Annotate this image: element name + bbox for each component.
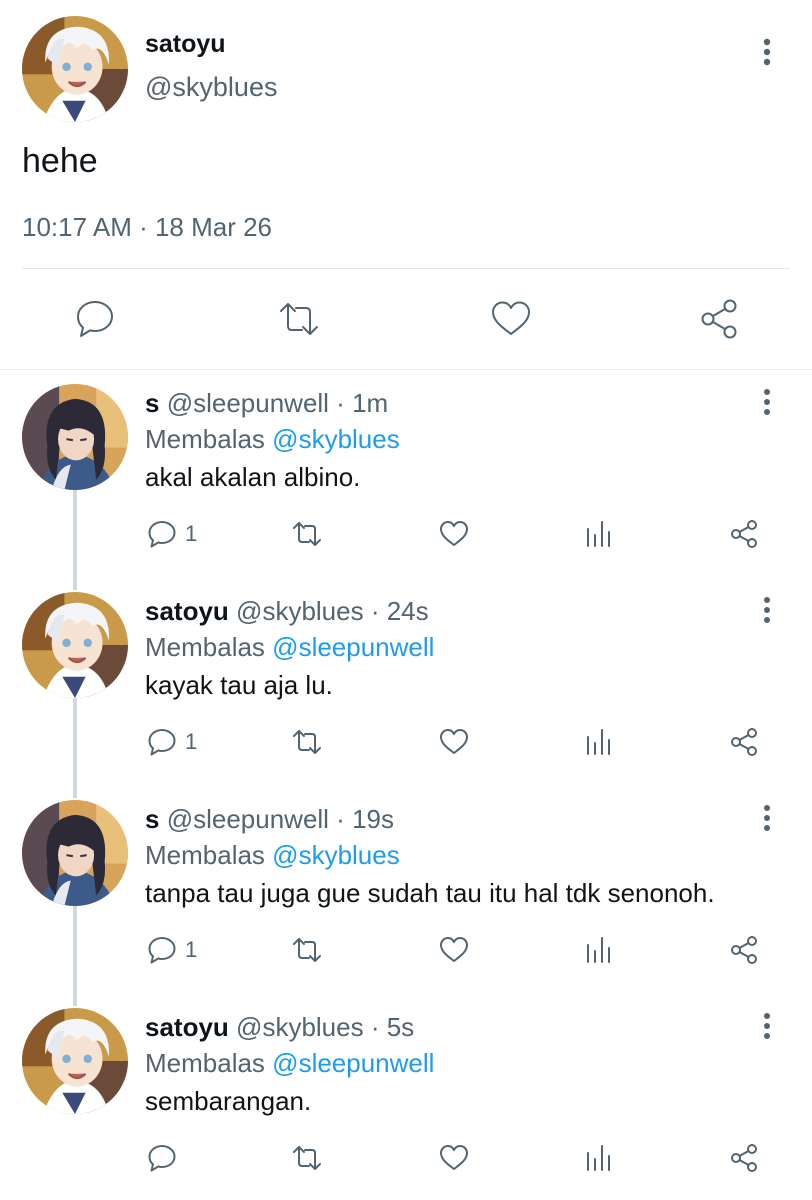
replying-to: Membalas @sleepunwell (145, 1048, 434, 1079)
analytics-icon (587, 521, 610, 547)
reply-header[interactable]: s @sleepunwell · 1m (145, 388, 388, 419)
reply-tweet: s @sleepunwell · 19s Membalas @skyblues … (0, 790, 812, 998)
more-options-icon[interactable] (755, 36, 779, 68)
retweet-icon[interactable] (276, 296, 322, 342)
analytics-button[interactable] (582, 930, 616, 970)
reply-tweet: s @sleepunwell · 1m Membalas @skyblues a… (0, 374, 812, 582)
replying-to-label: Membalas (145, 632, 265, 662)
reply-icon[interactable] (72, 296, 118, 342)
action-bar (0, 1138, 812, 1178)
retweet-button[interactable] (290, 514, 324, 554)
replying-to-label: Membalas (145, 1048, 265, 1078)
analytics-button[interactable] (582, 722, 616, 762)
reply-tweet: satoyu @skyblues · 5s Membalas @sleepunw… (0, 998, 812, 1200)
like-button[interactable] (437, 1138, 471, 1178)
avatar[interactable] (22, 384, 128, 490)
share-button[interactable] (727, 514, 761, 554)
reply-header[interactable]: s @sleepunwell · 19s (145, 804, 394, 835)
author-name[interactable]: s (145, 804, 159, 834)
reply-button[interactable]: 1 (145, 514, 197, 554)
more-options-icon[interactable] (755, 386, 779, 418)
author-handle[interactable]: @skyblues · 5s (236, 1012, 414, 1042)
retweet-button[interactable] (290, 722, 324, 762)
reply-icon (148, 1145, 176, 1172)
share-icon (731, 728, 757, 756)
retweet-button[interactable] (290, 930, 324, 970)
tweet-text: sembarangan. (145, 1086, 312, 1116)
like-icon (440, 937, 468, 962)
replying-to: Membalas @sleepunwell (145, 632, 434, 663)
reply-button[interactable]: 1 (145, 930, 197, 970)
share-icon (731, 520, 757, 548)
reply-button[interactable] (145, 1138, 185, 1178)
share-icon[interactable] (696, 296, 742, 342)
like-button[interactable] (437, 722, 471, 762)
reply-count: 1 (185, 521, 198, 546)
mention-link[interactable]: @skyblues (272, 424, 400, 454)
reply-icon (148, 521, 176, 548)
like-button[interactable] (437, 930, 471, 970)
reply-count: 1 (185, 937, 198, 962)
retweet-icon (293, 730, 321, 754)
share-icon (731, 1144, 757, 1172)
like-icon (440, 729, 468, 754)
reply-tweet: satoyu @skyblues · 24s Membalas @sleepun… (0, 582, 812, 790)
reply-button[interactable]: 1 (145, 722, 197, 762)
author-handle[interactable]: @skyblues · 24s (236, 596, 429, 626)
reply-count: 1 (185, 729, 198, 754)
retweet-icon (293, 1146, 321, 1170)
reply-icon (148, 729, 176, 756)
retweet-icon (293, 938, 321, 962)
more-options-icon[interactable] (755, 594, 779, 626)
retweet-icon (293, 522, 321, 546)
like-icon (440, 1145, 468, 1170)
share-button[interactable] (727, 722, 761, 762)
author-name[interactable]: satoyu (145, 30, 226, 59)
replying-to-label: Membalas (145, 424, 265, 454)
reply-header[interactable]: satoyu @skyblues · 5s (145, 1012, 414, 1043)
author-handle[interactable]: @skyblues (145, 72, 277, 103)
avatar[interactable] (22, 592, 128, 698)
mention-link[interactable]: @sleepunwell (272, 1048, 434, 1078)
share-button[interactable] (727, 930, 761, 970)
mention-link[interactable]: @skyblues (272, 840, 400, 870)
author-handle[interactable]: @sleepunwell · 1m (167, 388, 388, 418)
like-icon (440, 521, 468, 546)
author-name[interactable]: satoyu (145, 1012, 229, 1042)
tweet-text: hehe (22, 142, 98, 180)
author-name[interactable]: s (145, 388, 159, 418)
analytics-icon (587, 937, 610, 963)
like-icon[interactable] (488, 296, 534, 342)
replying-to: Membalas @skyblues (145, 424, 400, 455)
replying-to: Membalas @skyblues (145, 840, 400, 871)
avatar[interactable] (22, 1008, 128, 1114)
action-bar: 1 (0, 514, 812, 554)
more-options-icon[interactable] (755, 1010, 779, 1042)
analytics-icon (587, 1145, 610, 1171)
retweet-button[interactable] (290, 1138, 324, 1178)
author-name[interactable]: satoyu (145, 596, 229, 626)
reply-icon (148, 937, 176, 964)
tweet-text: tanpa tau juga gue sudah tau itu hal tdk… (145, 878, 715, 908)
main-tweet: satoyu @skyblues hehe 10:17 AM · 18 Mar … (0, 0, 812, 370)
share-icon (731, 936, 757, 964)
more-options-icon[interactable] (755, 802, 779, 834)
mention-link[interactable]: @sleepunwell (272, 632, 434, 662)
analytics-button[interactable] (582, 1138, 616, 1178)
like-button[interactable] (437, 514, 471, 554)
reply-header[interactable]: satoyu @skyblues · 24s (145, 596, 429, 627)
action-bar: 1 (0, 722, 812, 762)
tweet-text: kayak tau aja lu. (145, 670, 333, 700)
avatar[interactable] (22, 800, 128, 906)
tweet-text: akal akalan albino. (145, 462, 361, 492)
avatar[interactable] (22, 16, 128, 122)
replying-to-label: Membalas (145, 840, 265, 870)
analytics-button[interactable] (582, 514, 616, 554)
divider (22, 268, 790, 269)
action-bar: 1 (0, 930, 812, 970)
analytics-icon (587, 729, 610, 755)
share-button[interactable] (727, 1138, 761, 1178)
author-handle[interactable]: @sleepunwell · 19s (167, 804, 394, 834)
tweet-timestamp[interactable]: 10:17 AM · 18 Mar 26 (22, 212, 272, 243)
